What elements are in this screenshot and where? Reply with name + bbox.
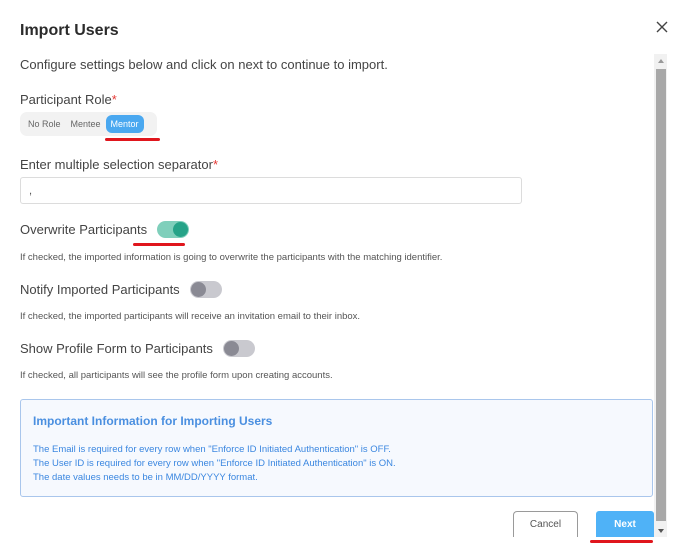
- required-mark: *: [111, 92, 117, 107]
- cancel-button[interactable]: Cancel: [513, 511, 578, 537]
- show-profile-form-label: Show Profile Form to Participants: [20, 341, 213, 356]
- annotation-underline-mentor: [105, 138, 160, 141]
- notify-participants-help: If checked, the imported participants wi…: [20, 311, 361, 322]
- annotation-underline-overwrite: [133, 243, 185, 246]
- dialog-intro: Configure settings below and click on ne…: [20, 57, 388, 72]
- scroll-up-button[interactable]: [654, 54, 667, 67]
- scroll-up-arrow-icon: [657, 58, 664, 63]
- required-mark: *: [212, 157, 218, 172]
- participant-role-selector: No Role Mentee Mentor: [20, 112, 157, 136]
- close-button[interactable]: [653, 18, 671, 36]
- notify-participants-label: Notify Imported Participants: [20, 282, 180, 297]
- notify-participants-toggle[interactable]: [189, 281, 222, 298]
- annotation-underline-next: [590, 540, 653, 543]
- info-line: The User ID is required for every row wh…: [33, 458, 396, 469]
- toggle-knob: [173, 222, 189, 237]
- show-profile-form-toggle[interactable]: [222, 340, 255, 357]
- show-profile-form-row: Show Profile Form to Participants: [20, 340, 255, 357]
- separator-input[interactable]: [20, 177, 522, 204]
- overwrite-participants-label: Overwrite Participants: [20, 222, 148, 237]
- close-icon: [656, 21, 668, 33]
- dialog-title: Import Users: [20, 22, 119, 39]
- toggle-knob: [190, 282, 206, 297]
- next-button[interactable]: Next: [596, 511, 654, 537]
- info-line: The Email is required for every row when…: [33, 444, 391, 455]
- overwrite-participants-toggle[interactable]: [157, 221, 190, 238]
- vertical-scrollbar[interactable]: [654, 54, 667, 537]
- separator-label: Enter multiple selection separator*: [20, 157, 218, 172]
- notify-participants-row: Notify Imported Participants: [20, 281, 222, 298]
- separator-label-text: Enter multiple selection separator: [20, 157, 213, 172]
- scroll-down-button[interactable]: [654, 524, 667, 537]
- participant-role-label-text: Participant Role: [20, 92, 112, 107]
- scroll-down-arrow-icon: [657, 528, 664, 533]
- participant-role-label: Participant Role*: [20, 92, 117, 107]
- info-line: The date values needs to be in MM/DD/YYY…: [33, 472, 258, 483]
- role-option-mentee[interactable]: Mentee: [66, 115, 106, 133]
- toggle-knob: [223, 341, 239, 356]
- role-option-no-role[interactable]: No Role: [23, 115, 66, 133]
- role-option-mentor[interactable]: Mentor: [105, 115, 144, 133]
- important-info-box: Important Information for Importing User…: [20, 399, 653, 497]
- overwrite-participants-help: If checked, the imported information is …: [20, 252, 443, 263]
- info-title: Important Information for Importing User…: [33, 414, 273, 428]
- overwrite-participants-row: Overwrite Participants: [20, 221, 190, 238]
- scrollbar-thumb[interactable]: [656, 69, 666, 521]
- show-profile-form-help: If checked, all participants will see th…: [20, 370, 333, 381]
